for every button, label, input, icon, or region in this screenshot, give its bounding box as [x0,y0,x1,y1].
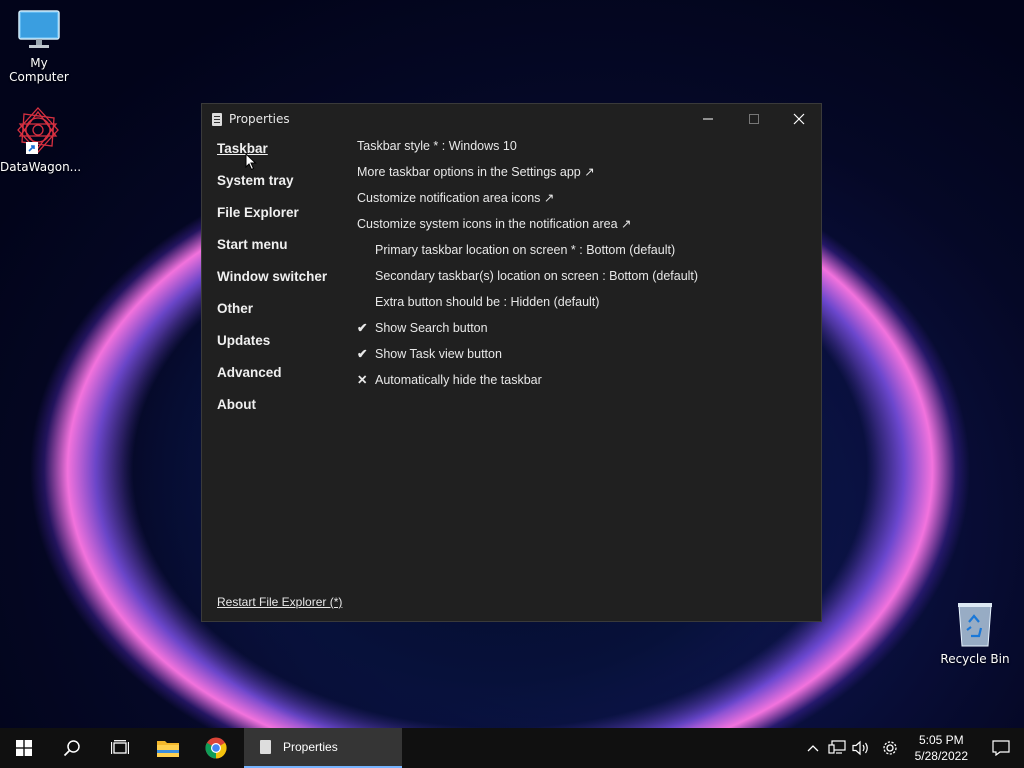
desktop-icon-label: My Computer [9,56,69,84]
recycle-bin-icon [955,600,995,648]
restart-file-explorer-link[interactable]: Restart File Explorer (*) [217,595,342,609]
link-customize-notification-icons[interactable]: Customize notification area icons ↗ [357,189,698,215]
link-more-taskbar-options[interactable]: More taskbar options in the Settings app… [357,163,698,189]
clock-date: 5/28/2022 [914,749,968,763]
desktop-icon-recycle-bin[interactable]: Recycle Bin [937,600,1013,666]
option-primary-taskbar-location[interactable]: Primary taskbar location on screen * : B… [357,241,698,267]
close-button[interactable] [776,104,822,134]
chevron-up-icon [807,745,819,752]
window-title: Properties [229,112,290,126]
minimize-button[interactable] [685,104,731,134]
maximize-icon [749,114,759,124]
nav-item-about[interactable]: About [217,396,327,428]
nav-item-taskbar[interactable]: Taskbar [217,140,327,172]
chrome-taskbar-button[interactable] [192,728,240,768]
file-explorer-taskbar-button[interactable] [144,728,192,768]
toggle-label: Automatically hide the taskbar [375,373,542,387]
network-button[interactable] [825,728,849,768]
settings-nav: Taskbar System tray File Explorer Start … [217,140,327,428]
notifications-button[interactable] [978,728,1024,768]
nav-item-file-explorer[interactable]: File Explorer [217,204,327,236]
show-hidden-icons-button[interactable] [801,728,825,768]
toggle-show-task-view-button[interactable]: ✔ Show Task view button [357,345,698,371]
chrome-icon [205,737,227,759]
search-icon [63,740,80,757]
close-icon [793,113,805,125]
nav-item-window-switcher[interactable]: Window switcher [217,268,327,300]
maximize-button[interactable] [731,104,777,134]
taskbar-app-label: Properties [283,740,338,754]
desktop-icon-label: DataWagon... [0,160,82,174]
nav-item-system-tray[interactable]: System tray [217,172,327,204]
title-bar[interactable]: Properties [202,104,821,134]
task-view-icon [111,740,129,754]
desktop-icon-label: Recycle Bin [940,652,1010,666]
notification-icon [992,740,1010,756]
toggle-show-search-button[interactable]: ✔ Show Search button [357,319,698,345]
shortcut-arrow-icon [26,142,38,154]
network-icon [828,740,846,754]
properties-taskbar-button[interactable]: Properties [244,728,402,768]
start-button[interactable] [0,728,48,768]
checkmark-icon: ✔ [357,321,368,335]
folder-icon [157,741,179,757]
clock-time: 5:05 PM [918,733,964,747]
nav-item-updates[interactable]: Updates [217,332,327,364]
desktop-icon-datawagon[interactable]: DataWagon... [0,106,81,174]
settings-tray-button[interactable] [873,728,907,768]
option-taskbar-style[interactable]: Taskbar style * : Windows 10 [357,137,698,163]
properties-app-icon [260,740,271,754]
toggle-label: Show Task view button [375,347,502,361]
speaker-icon [852,740,868,756]
mouse-cursor-icon [245,153,257,171]
taskbar: Properties 5:05 PM 5/28/2022 [0,728,1024,768]
link-customize-system-icons[interactable]: Customize system icons in the notificati… [357,215,698,241]
toggle-label: Show Search button [375,321,488,335]
clock[interactable]: 5:05 PM 5/28/2022 [915,732,968,764]
nav-item-other[interactable]: Other [217,300,327,332]
nav-item-advanced[interactable]: Advanced [217,364,327,396]
cross-icon: ✕ [357,373,368,387]
task-view-button[interactable] [96,728,144,768]
toggle-auto-hide-taskbar[interactable]: ✕ Automatically hide the taskbar [357,371,698,397]
volume-button[interactable] [849,728,873,768]
gear-icon [882,741,897,755]
monitor-icon [17,10,61,52]
desktop-icon-my-computer[interactable]: My Computer [1,10,77,84]
minimize-icon [703,118,713,120]
option-secondary-taskbar-location[interactable]: Secondary taskbar(s) location on screen … [357,267,698,293]
checkmark-icon: ✔ [357,347,368,361]
datawagon-app-icon [14,106,62,156]
system-tray: 5:05 PM 5/28/2022 [801,728,1024,768]
option-extra-button[interactable]: Extra button should be : Hidden (default… [357,293,698,319]
search-button[interactable] [48,728,96,768]
windows-logo-icon [16,740,32,756]
nav-item-start-menu[interactable]: Start menu [217,236,327,268]
taskbar-options-panel: Taskbar style * : Windows 10 More taskba… [357,137,698,397]
properties-window: Properties Taskbar System tray File Expl… [201,103,822,622]
properties-app-icon [212,112,222,126]
